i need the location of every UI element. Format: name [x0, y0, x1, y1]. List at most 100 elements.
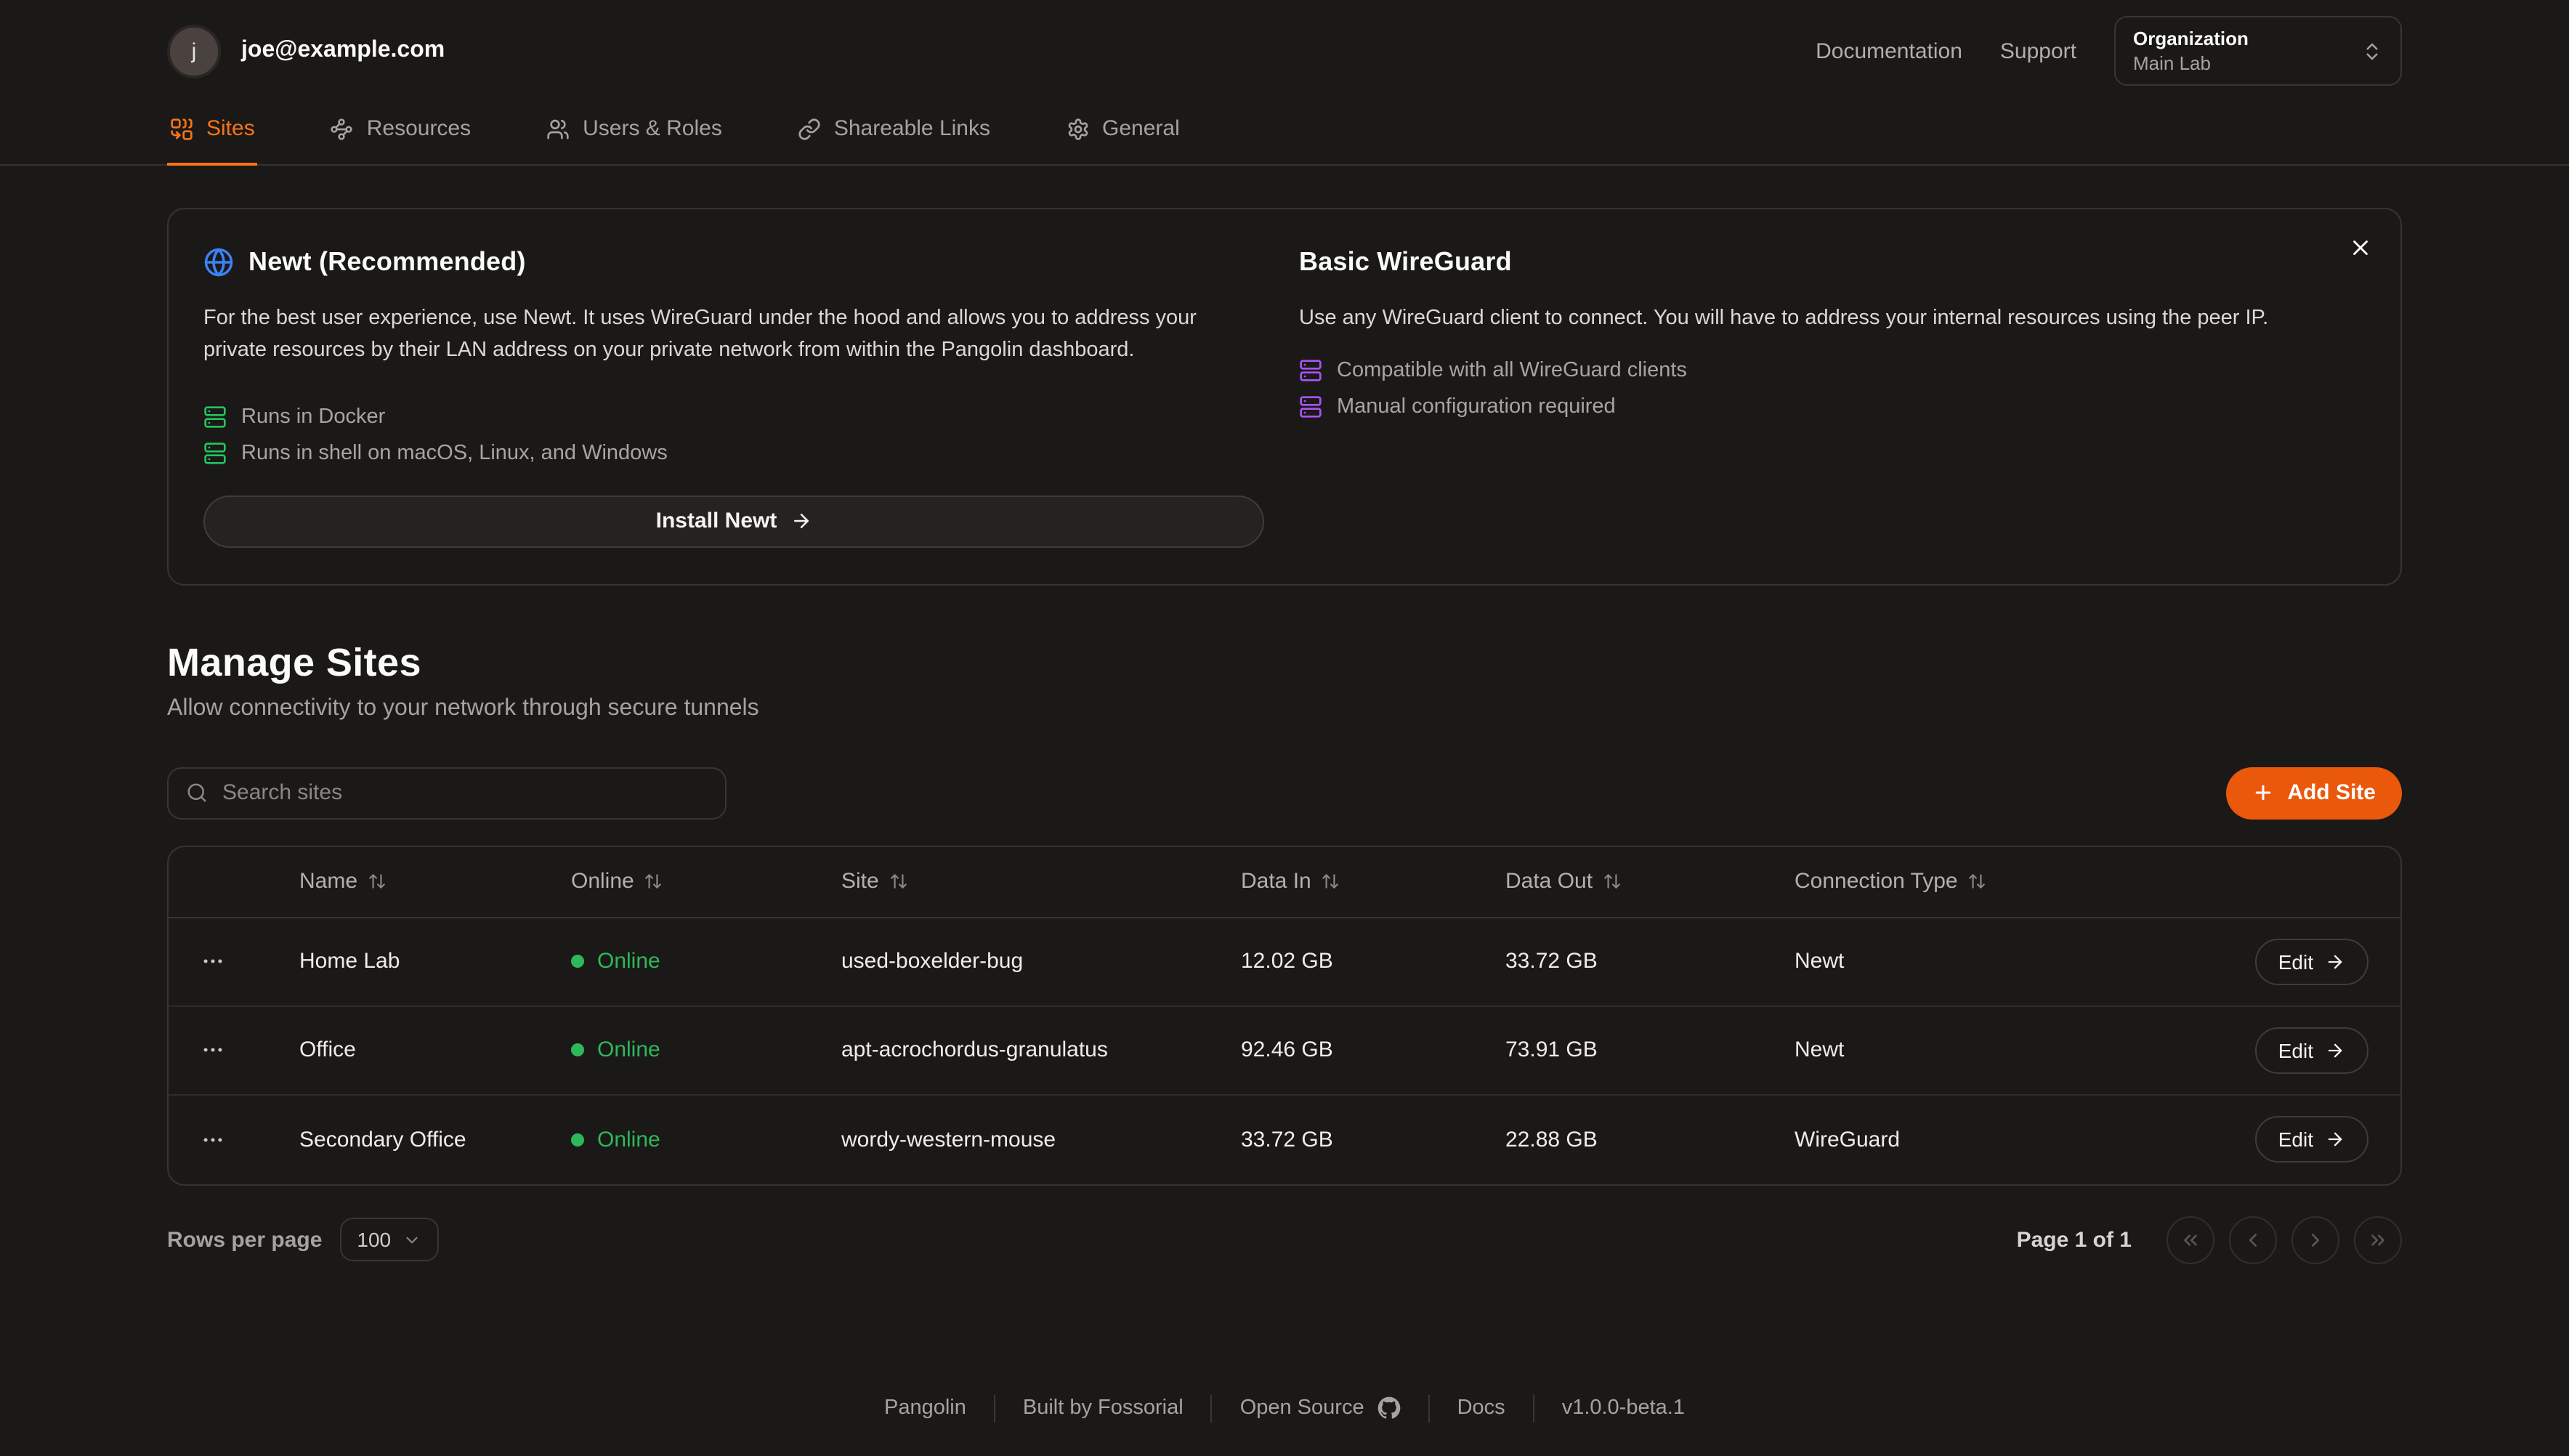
sort-icon [1322, 873, 1340, 891]
globe-icon [203, 247, 234, 278]
footer-open-source[interactable]: Open Source [1240, 1397, 1401, 1420]
install-newt-button[interactable]: Install Newt [203, 496, 1264, 548]
tab-users-roles[interactable]: Users & Roles [543, 108, 725, 166]
previous-page-button[interactable] [2229, 1216, 2277, 1264]
rows-per-page-select[interactable]: 100 [339, 1218, 439, 1262]
connection-type-value: WireGuard [1795, 1128, 2217, 1152]
next-page-button[interactable] [2291, 1216, 2339, 1264]
avatar[interactable]: j [167, 24, 221, 78]
column-header-online[interactable]: Online [571, 870, 841, 894]
sort-icon [1603, 873, 1622, 891]
newt-title: Newt (Recommended) [248, 247, 526, 278]
user-menu[interactable]: j joe@example.com [167, 24, 445, 78]
table-footer: Rows per page 100 Page 1 of 1 [167, 1216, 2402, 1264]
top-header: j joe@example.com Documentation Support … [0, 0, 2569, 102]
footer-pangolin[interactable]: Pangolin [884, 1397, 966, 1420]
site-name: Office [299, 1038, 571, 1063]
org-switcher-value: Main Lab [2133, 52, 2249, 74]
last-page-button[interactable] [2354, 1216, 2402, 1264]
data-out-value: 73.91 GB [1505, 1038, 1795, 1063]
org-switcher[interactable]: Organization Main Lab [2114, 16, 2402, 86]
online-dot-icon [571, 1044, 584, 1057]
wireguard-title: Basic WireGuard [1299, 247, 1512, 278]
ellipsis-icon [201, 1038, 225, 1063]
sort-icon [1968, 873, 1987, 891]
row-menu-button[interactable] [201, 944, 241, 980]
wireguard-feature-label: Compatible with all WireGuard clients [1337, 360, 1687, 383]
row-menu-button[interactable] [201, 1122, 241, 1158]
chevrons-up-down-icon [2361, 40, 2383, 62]
column-header-connection-type[interactable]: Connection Type [1795, 870, 2217, 894]
pangolin-dashboard: j joe@example.com Documentation Support … [0, 0, 2569, 1456]
server-icon [203, 442, 227, 465]
org-switcher-label: Organization [2133, 28, 2249, 49]
column-header-data-in[interactable]: Data In [1241, 870, 1505, 894]
online-dot-icon [571, 1133, 584, 1146]
install-newt-label: Install Newt [656, 509, 777, 534]
sites-icon [170, 117, 193, 140]
page-status: Page 1 of 1 [2017, 1228, 2132, 1253]
nav-documentation[interactable]: Documentation [1816, 39, 1962, 63]
data-in-value: 12.02 GB [1241, 950, 1505, 974]
sites-toolbar: Add Site [167, 767, 2402, 820]
sort-icon [889, 873, 908, 891]
connection-type-value: Newt [1795, 1038, 2217, 1063]
first-page-button[interactable] [2167, 1216, 2214, 1264]
tab-resources[interactable]: Resources [328, 108, 474, 166]
add-site-label: Add Site [2287, 781, 2376, 806]
main-content: Newt (Recommended) For the best user exp… [167, 208, 2402, 1264]
table-row: Secondary Office Online wordy-western-mo… [169, 1096, 2400, 1184]
divider [994, 1395, 995, 1423]
data-in-value: 33.72 GB [1241, 1128, 1505, 1152]
tab-shareable-links[interactable]: Shareable Links [795, 108, 993, 166]
page-subtitle: Allow connectivity to your network throu… [167, 696, 2402, 722]
row-menu-button[interactable] [201, 1032, 241, 1069]
edit-button[interactable]: Edit [2255, 1027, 2368, 1074]
sort-icon [644, 873, 663, 891]
rows-per-page-label: Rows per page [167, 1228, 322, 1253]
newt-feature-label: Runs in shell on macOS, Linux, and Windo… [241, 442, 668, 465]
column-header-name[interactable]: Name [299, 870, 571, 894]
add-site-button[interactable]: Add Site [2226, 767, 2402, 820]
server-icon [1299, 360, 1322, 383]
arrow-right-icon [2325, 1040, 2345, 1061]
chevrons-left-icon [2180, 1229, 2201, 1251]
site-slug: wordy-western-mouse [841, 1128, 1241, 1152]
close-icon[interactable] [2345, 232, 2376, 263]
tab-users-roles-label: Users & Roles [583, 116, 722, 141]
wireguard-description: Use any WireGuard client to connect. You… [1299, 302, 2270, 335]
connection-type-value: Newt [1795, 950, 2217, 974]
data-in-value: 92.46 GB [1241, 1038, 1505, 1063]
column-header-data-out[interactable]: Data Out [1505, 870, 1795, 894]
newt-feature: Runs in shell on macOS, Linux, and Windo… [203, 442, 1264, 465]
wireguard-feature: Manual configuration required [1299, 396, 2270, 419]
tab-resources-label: Resources [367, 116, 471, 141]
site-slug: apt-acrochordus-granulatus [841, 1038, 1241, 1063]
edit-button[interactable]: Edit [2255, 1117, 2368, 1163]
manage-sites-section: Manage Sites Allow connectivity to your … [167, 641, 2402, 722]
tab-sites-label: Sites [206, 116, 255, 141]
divider [1211, 1395, 1213, 1423]
chevron-down-icon [402, 1231, 421, 1250]
top-nav: Documentation Support Organization Main … [1816, 16, 2402, 86]
newt-description: For the best user experience, use Newt. … [203, 302, 1264, 368]
status-badge: Online [571, 950, 841, 974]
sites-table: Name Online Site Data In Data Out [167, 846, 2402, 1186]
footer-docs[interactable]: Docs [1457, 1397, 1505, 1420]
users-icon [546, 117, 570, 140]
chevron-right-icon [2305, 1229, 2326, 1251]
edit-button[interactable]: Edit [2255, 939, 2368, 985]
chevron-left-icon [2242, 1229, 2264, 1251]
tab-general[interactable]: General [1063, 108, 1183, 166]
tab-sites[interactable]: Sites [167, 108, 258, 166]
newt-feature: Runs in Docker [203, 405, 1264, 429]
status-badge: Online [571, 1128, 841, 1152]
column-header-site[interactable]: Site [841, 870, 1241, 894]
search-input[interactable] [222, 781, 708, 806]
online-dot-icon [571, 955, 584, 968]
tab-bar: Sites Resources Users & Roles Shareable … [0, 108, 2569, 166]
tab-general-label: General [1102, 116, 1180, 141]
footer-built-by[interactable]: Built by Fossorial [1023, 1397, 1184, 1420]
sort-icon [368, 873, 387, 891]
nav-support[interactable]: Support [2000, 39, 2076, 63]
